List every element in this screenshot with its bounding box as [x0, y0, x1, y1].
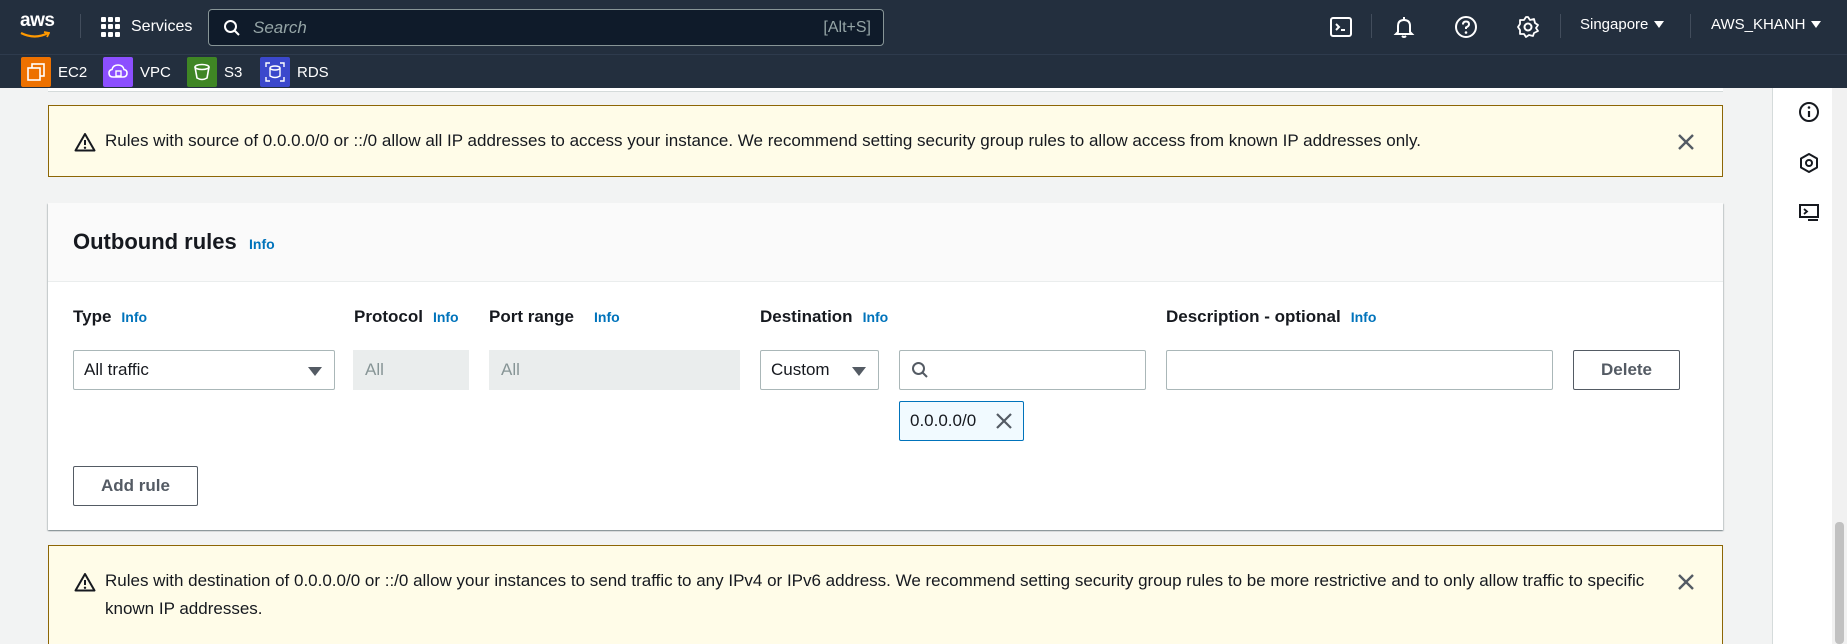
favorite-s3[interactable]: S3 — [187, 57, 242, 87]
type-select[interactable]: All traffic — [73, 350, 335, 390]
destination-type-select[interactable]: Custom — [760, 350, 879, 390]
chevron-down-icon — [1654, 21, 1665, 28]
description-info-link[interactable]: Info — [1351, 309, 1377, 325]
help-icon[interactable] — [1454, 15, 1478, 39]
favorites-bar: EC2 VPC S3 RDS — [0, 54, 1847, 88]
caret-down-icon — [852, 367, 866, 376]
search-icon — [224, 19, 240, 36]
search-shortcut-hint: [Alt+S] — [823, 18, 871, 36]
description-input[interactable] — [1166, 350, 1553, 390]
account-menu[interactable]: AWS_KHANH — [1711, 16, 1822, 33]
delete-rule-button[interactable]: Delete — [1573, 350, 1680, 390]
services-label: Services — [131, 18, 193, 35]
scrollbar-thumb[interactable] — [1835, 522, 1844, 644]
s3-bucket-icon — [187, 57, 217, 87]
favorite-label: S3 — [224, 63, 243, 81]
chevron-down-icon — [1811, 21, 1822, 28]
favorite-ec2[interactable]: EC2 — [21, 57, 87, 87]
cloudshell-icon[interactable] — [1329, 15, 1353, 39]
column-header-port-range: Port range Info — [489, 307, 620, 327]
nav-divider — [1371, 14, 1372, 38]
inbound-warning-alert: Rules with source of 0.0.0.0/0 or ::/0 a… — [48, 105, 1723, 177]
rds-database-icon — [260, 57, 290, 87]
aws-logo[interactable]: aws — [20, 10, 60, 40]
outbound-rules-header: Outbound rules Info — [48, 203, 1723, 282]
outbound-rules-title: Outbound rules — [73, 229, 237, 254]
inbound-warning-text: Rules with source of 0.0.0.0/0 or ::/0 a… — [105, 131, 1421, 150]
aws-logo-text: aws — [20, 10, 55, 31]
close-icon[interactable] — [1676, 572, 1696, 592]
type-info-link[interactable]: Info — [121, 309, 147, 325]
add-rule-label: Add rule — [101, 476, 170, 495]
port-range-field: All — [489, 350, 740, 390]
region-selector[interactable]: Singapore — [1580, 16, 1665, 33]
caret-down-icon — [308, 367, 322, 376]
destination-type-value: Custom — [771, 360, 830, 379]
protocol-info-link[interactable]: Info — [433, 309, 459, 325]
protocol-field: All — [353, 350, 469, 390]
services-grid-icon — [101, 17, 121, 37]
destination-info-link[interactable]: Info — [863, 309, 889, 325]
column-label-description: Description - optional — [1166, 307, 1341, 326]
add-rule-button[interactable]: Add rule — [73, 466, 198, 506]
column-label-type: Type — [73, 307, 112, 326]
vpc-cloud-icon — [103, 57, 133, 87]
type-select-value: All traffic — [84, 360, 149, 379]
delete-rule-label: Delete — [1600, 360, 1653, 379]
info-icon[interactable] — [1798, 101, 1820, 123]
outbound-rules-panel: Outbound rules Info Type Info Protocol I… — [48, 203, 1723, 530]
column-label-destination: Destination — [760, 307, 853, 326]
region-label: Singapore — [1580, 16, 1649, 33]
outbound-rules-info-link[interactable]: Info — [249, 236, 275, 252]
favorite-vpc[interactable]: VPC — [103, 57, 171, 87]
settings-gear-icon[interactable] — [1516, 15, 1540, 39]
close-icon[interactable] — [1676, 132, 1696, 152]
warning-icon — [74, 573, 96, 592]
nav-divider — [80, 14, 81, 38]
destination-search-input[interactable] — [899, 350, 1146, 390]
top-navigation: aws Services Search [Alt+S] Singapore AW… — [0, 0, 1847, 54]
previous-panel-edge — [48, 88, 1723, 92]
services-menu-button[interactable]: Services — [101, 14, 192, 40]
remove-token-close-icon[interactable] — [995, 412, 1013, 430]
destination-cidr-token: 0.0.0.0/0 — [899, 401, 1024, 441]
notifications-bell-icon[interactable] — [1392, 15, 1416, 39]
account-label: AWS_KHANH — [1711, 16, 1806, 33]
feedback-screen-icon[interactable] — [1798, 202, 1820, 224]
favorite-label: EC2 — [58, 63, 88, 81]
destination-cidr-value: 0.0.0.0/0 — [910, 411, 977, 430]
column-header-destination: Destination Info — [760, 307, 888, 327]
favorite-label: RDS — [297, 63, 329, 81]
search-input[interactable]: Search [Alt+S] — [208, 9, 884, 46]
warning-icon — [74, 133, 96, 152]
nav-divider — [1560, 14, 1561, 38]
favorite-rds[interactable]: RDS — [260, 57, 329, 87]
aws-smile-icon — [20, 31, 50, 38]
port-range-value: All — [501, 360, 520, 379]
protocol-value: All — [365, 360, 384, 379]
nav-divider — [1690, 14, 1691, 38]
column-header-description: Description - optional Info — [1166, 307, 1376, 327]
favorite-label: VPC — [140, 63, 171, 81]
column-label-protocol: Protocol — [354, 307, 423, 326]
search-placeholder: Search — [253, 17, 307, 37]
security-hexagon-icon[interactable] — [1798, 152, 1820, 174]
port-range-info-link[interactable]: Info — [594, 309, 620, 325]
ec2-icon — [21, 57, 51, 87]
outbound-warning-text: Rules with destination of 0.0.0.0/0 or :… — [105, 571, 1645, 618]
column-label-port-range: Port range — [489, 307, 575, 326]
column-header-type: Type Info — [73, 307, 147, 327]
search-icon — [912, 362, 928, 378]
outbound-warning-alert: Rules with destination of 0.0.0.0/0 or :… — [48, 545, 1723, 644]
column-header-protocol: Protocol Info — [354, 307, 459, 327]
